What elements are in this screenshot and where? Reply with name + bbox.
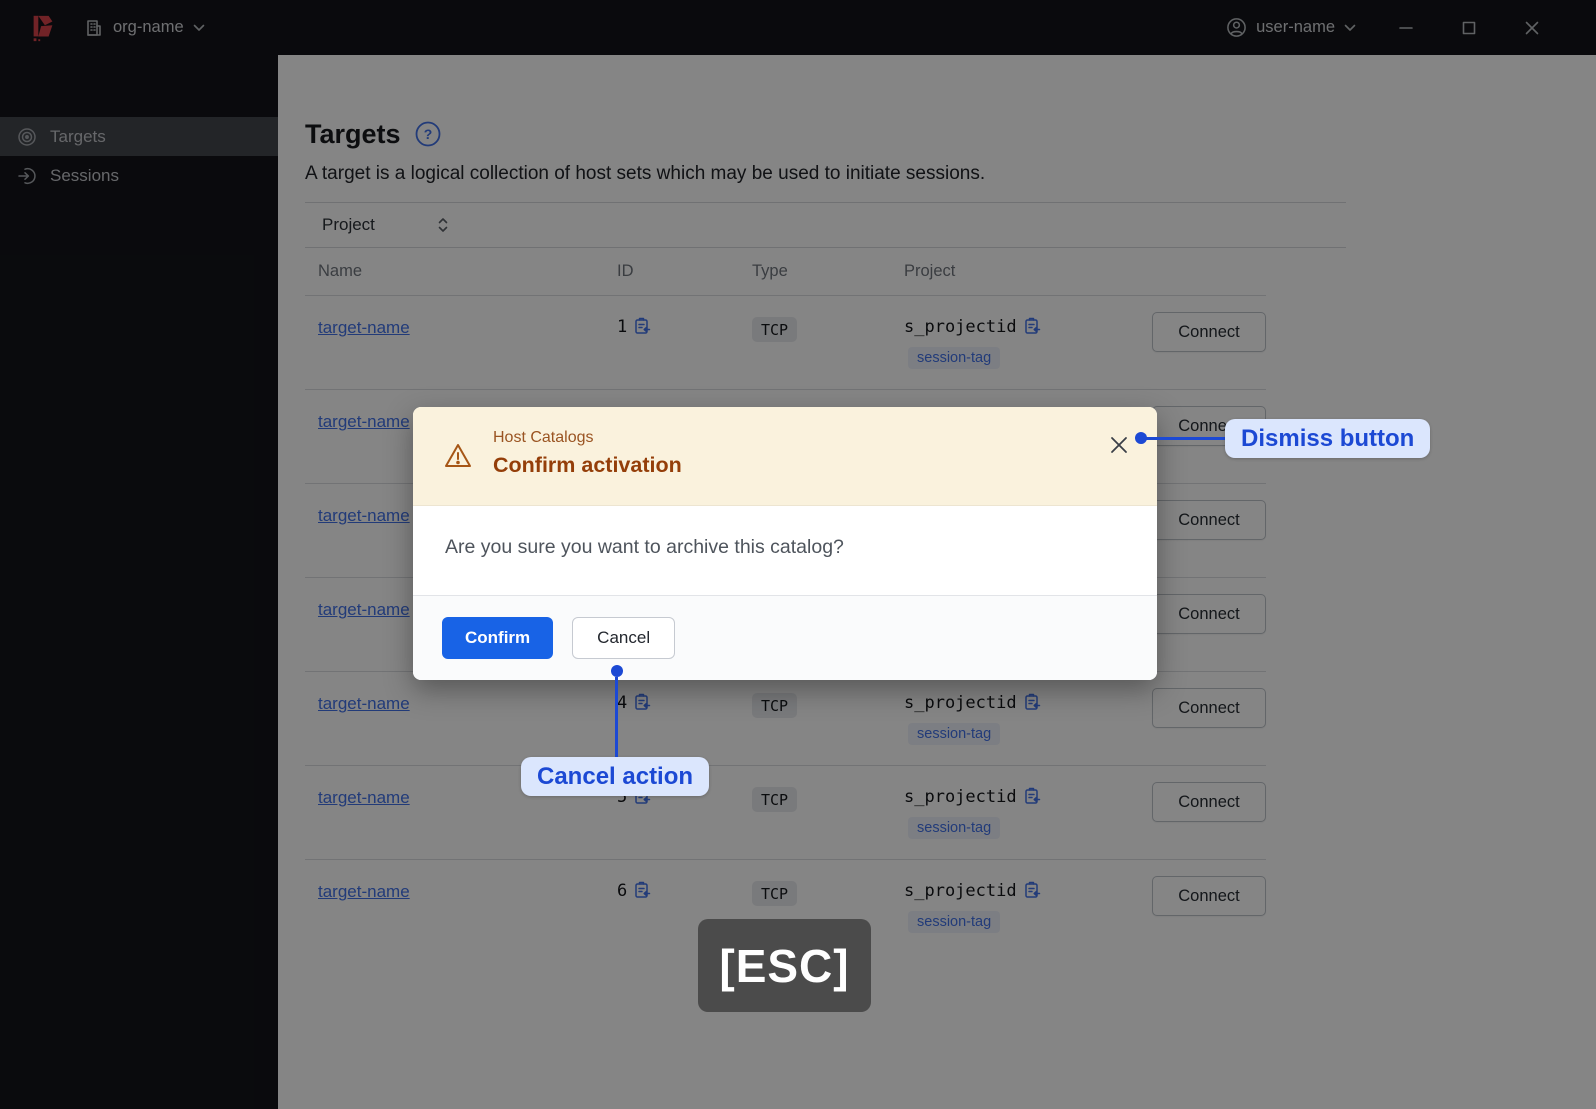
- annotation-cancel-label: Cancel action: [521, 757, 710, 796]
- dialog-tagline: Host Catalogs: [493, 429, 594, 446]
- dialog-message: Are you sure you want to archive this ca…: [445, 536, 844, 558]
- esc-key-badge: [ESC]: [698, 919, 871, 1012]
- dialog-header: Host Catalogs Confirm activation: [413, 407, 1157, 506]
- confirm-button[interactable]: Confirm: [442, 617, 554, 659]
- esc-key-label: [ESC]: [719, 939, 850, 992]
- annotation-line-dismiss: [1141, 437, 1228, 440]
- annotation-dismiss-label: Dismiss button: [1225, 419, 1431, 458]
- warning-icon: [445, 444, 471, 467]
- close-icon: [1111, 437, 1127, 453]
- dialog-footer: Confirm Cancel: [413, 595, 1157, 680]
- annotation-dot-cancel: [611, 665, 623, 677]
- cancel-button[interactable]: Cancel: [572, 617, 676, 659]
- dialog-title: Confirm activation: [493, 453, 682, 477]
- confirm-dialog: Host Catalogs Confirm activation Are you…: [413, 407, 1157, 680]
- dismiss-button[interactable]: [1107, 433, 1131, 457]
- annotation-line-cancel: [615, 677, 618, 758]
- dialog-body: Are you sure you want to archive this ca…: [413, 506, 1157, 595]
